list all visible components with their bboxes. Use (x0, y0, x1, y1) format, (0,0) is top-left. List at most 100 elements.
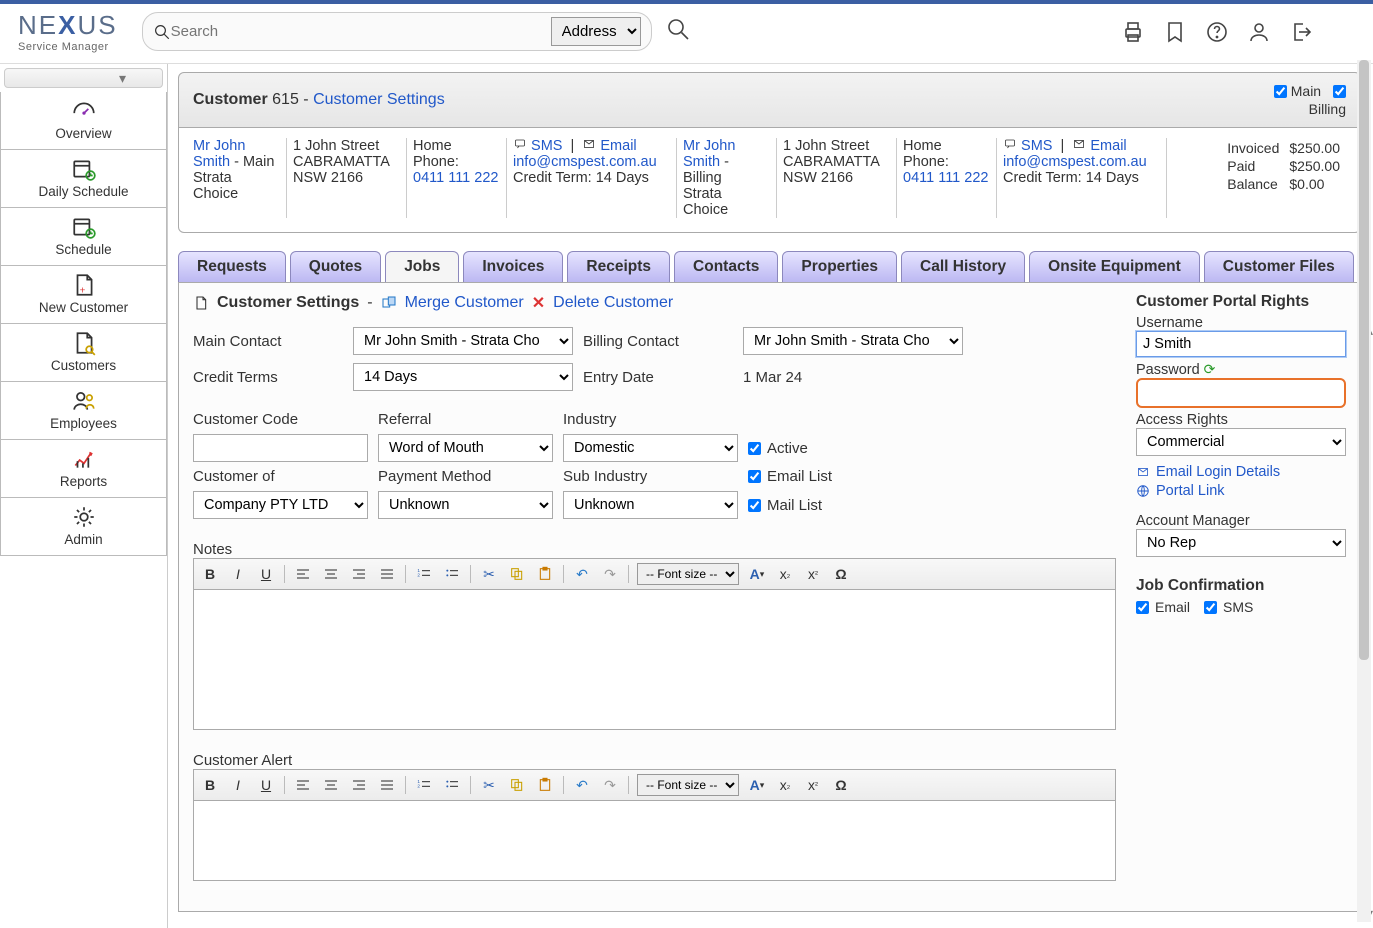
print-icon[interactable] (1121, 20, 1145, 44)
align-left-icon[interactable] (293, 564, 313, 584)
password-input[interactable] (1136, 378, 1346, 408)
delete-customer-link[interactable]: Delete Customer (553, 294, 673, 312)
chk-email-list[interactable] (748, 470, 761, 483)
bullet-list-icon[interactable] (442, 775, 462, 795)
sidebar-item-new-customer[interactable]: + New Customer (0, 266, 167, 324)
main-sms-link[interactable]: SMS (531, 138, 562, 154)
chk-conf-sms[interactable] (1204, 601, 1217, 614)
logout-icon[interactable] (1289, 20, 1313, 44)
redo-icon[interactable]: ↷ (600, 775, 620, 795)
bullet-list-icon[interactable] (442, 564, 462, 584)
superscript-icon[interactable]: x² (803, 775, 823, 795)
main-phone-link[interactable]: 0411 111 222 (413, 170, 500, 186)
subscript-icon[interactable]: x₂ (775, 564, 795, 584)
copy-icon[interactable] (507, 564, 527, 584)
paste-icon[interactable] (535, 775, 555, 795)
main-contact-select[interactable]: Mr John Smith - Strata Cho (353, 327, 573, 355)
billing-email-link[interactable]: Email (1090, 138, 1126, 154)
tab-invoices[interactable]: Invoices (463, 251, 563, 282)
redo-icon[interactable]: ↷ (600, 564, 620, 584)
cut-icon[interactable]: ✂ (479, 775, 499, 795)
alert-editor[interactable] (193, 801, 1116, 881)
merge-customer-link[interactable]: Merge Customer (405, 294, 524, 312)
special-char-icon[interactable]: Ω (831, 775, 851, 795)
sidebar-item-overview[interactable]: Overview (0, 92, 167, 150)
billing-phone-link[interactable]: 0411 111 222 (903, 170, 990, 186)
billing-email-addr[interactable]: info@cmspest.com.au (1003, 154, 1160, 170)
customer-code-input[interactable] (193, 434, 368, 462)
sub-industry-select[interactable]: Unknown (563, 491, 738, 519)
sidebar-item-admin[interactable]: Admin (0, 498, 167, 556)
main-email-addr[interactable]: info@cmspest.com.au (513, 154, 670, 170)
sidebar-collapse-toggle[interactable]: ▾ (4, 68, 163, 88)
billing-sms-link[interactable]: SMS (1021, 138, 1052, 154)
special-char-icon[interactable]: Ω (831, 564, 851, 584)
tab-receipts[interactable]: Receipts (567, 251, 670, 282)
search-submit-icon[interactable] (660, 17, 696, 47)
referral-select[interactable]: Word of Mouth (378, 434, 553, 462)
tab-onsite-equipment[interactable]: Onsite Equipment (1029, 251, 1200, 282)
bold-icon[interactable]: B (200, 775, 220, 795)
underline-icon[interactable]: U (256, 564, 276, 584)
search-type-select[interactable]: Address (551, 17, 641, 46)
sidebar-item-customers[interactable]: Customers (0, 324, 167, 382)
align-justify-icon[interactable] (377, 775, 397, 795)
cut-icon[interactable]: ✂ (479, 564, 499, 584)
font-color-icon[interactable]: A▾ (747, 564, 767, 584)
scrollbar-thumb[interactable] (1359, 60, 1369, 660)
industry-select[interactable]: Domestic (563, 434, 738, 462)
align-center-icon[interactable] (321, 775, 341, 795)
payment-method-select[interactable]: Unknown (378, 491, 553, 519)
copy-icon[interactable] (507, 775, 527, 795)
account-manager-select[interactable]: No Rep (1136, 529, 1346, 557)
chk-billing-tick[interactable] (1333, 85, 1346, 98)
underline-icon[interactable]: U (256, 775, 276, 795)
sidebar-item-daily-schedule[interactable]: Daily Schedule (0, 150, 167, 208)
alert-font-size-select[interactable]: -- Font size -- (637, 774, 739, 796)
undo-icon[interactable]: ↶ (572, 775, 592, 795)
align-center-icon[interactable] (321, 564, 341, 584)
sidebar-item-schedule[interactable]: Schedule (0, 208, 167, 266)
tab-contacts[interactable]: Contacts (674, 251, 778, 282)
tab-call-history[interactable]: Call History (901, 251, 1025, 282)
bookmark-icon[interactable] (1163, 20, 1187, 44)
align-justify-icon[interactable] (377, 564, 397, 584)
undo-icon[interactable]: ↶ (572, 564, 592, 584)
username-input[interactable] (1136, 331, 1346, 357)
bold-icon[interactable]: B (200, 564, 220, 584)
billing-contact-select[interactable]: Mr John Smith - Strata Cho (743, 327, 963, 355)
notes-font-size-select[interactable]: -- Font size -- (637, 563, 739, 585)
help-icon[interactable] (1205, 20, 1229, 44)
chk-conf-email[interactable] (1136, 601, 1149, 614)
paste-icon[interactable] (535, 564, 555, 584)
main-email-link[interactable]: Email (600, 138, 636, 154)
tab-requests[interactable]: Requests (178, 251, 286, 282)
superscript-icon[interactable]: x² (803, 564, 823, 584)
tab-customer-files[interactable]: Customer Files (1204, 251, 1354, 282)
numbered-list-icon[interactable]: 12 (414, 775, 434, 795)
search-input[interactable] (171, 23, 551, 40)
italic-icon[interactable]: I (228, 564, 248, 584)
credit-terms-select[interactable]: 14 Days (353, 363, 573, 391)
tab-jobs[interactable]: Jobs (385, 251, 459, 282)
chk-main[interactable] (1274, 85, 1287, 98)
access-rights-select[interactable]: Commercial (1136, 428, 1346, 456)
user-icon[interactable] (1247, 20, 1271, 44)
portal-link[interactable]: Portal Link (1136, 483, 1346, 499)
customer-of-select[interactable]: Company PTY LTD (193, 491, 368, 519)
customer-settings-link[interactable]: Customer Settings (313, 91, 445, 108)
tab-quotes[interactable]: Quotes (290, 251, 381, 282)
window-scrollbar[interactable] (1357, 60, 1371, 922)
search-box[interactable]: Address (142, 12, 652, 51)
chk-active[interactable] (748, 442, 761, 455)
refresh-icon[interactable]: ⟳ (1204, 361, 1216, 377)
subscript-icon[interactable]: x₂ (775, 775, 795, 795)
sidebar-item-reports[interactable]: Reports (0, 440, 167, 498)
align-right-icon[interactable] (349, 564, 369, 584)
tab-properties[interactable]: Properties (782, 251, 897, 282)
sidebar-item-employees[interactable]: Employees (0, 382, 167, 440)
email-login-link[interactable]: Email Login Details (1136, 464, 1346, 480)
align-right-icon[interactable] (349, 775, 369, 795)
italic-icon[interactable]: I (228, 775, 248, 795)
font-color-icon[interactable]: A▾ (747, 775, 767, 795)
